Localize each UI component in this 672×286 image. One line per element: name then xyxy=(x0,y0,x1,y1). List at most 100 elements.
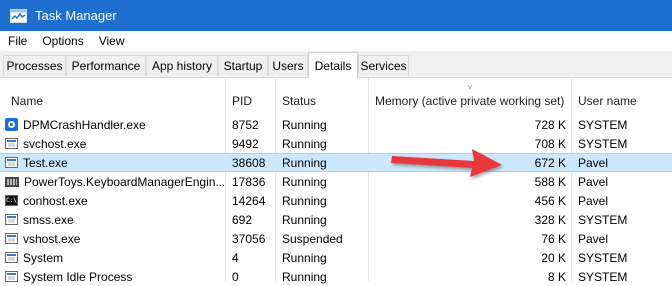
cell-text: Running xyxy=(282,174,327,189)
tab-services[interactable]: Services xyxy=(358,55,409,76)
cell-pid: 4 xyxy=(232,248,272,267)
column-header-status[interactable]: Status xyxy=(276,78,369,112)
menu-options[interactable]: Options xyxy=(34,34,90,48)
blue-circle-icon xyxy=(5,118,18,131)
cell-text: 4 xyxy=(232,250,239,265)
cell-user: Pavel xyxy=(578,172,670,191)
cell-text: SYSTEM xyxy=(578,250,628,265)
cell-status: Running xyxy=(282,115,367,134)
app-window-icon xyxy=(5,271,18,282)
cell-status: Suspended xyxy=(282,229,367,248)
cell-text: Suspended xyxy=(282,231,343,246)
task-manager-icon xyxy=(10,8,27,23)
cell-memory: 8 K xyxy=(370,267,566,286)
table-row[interactable]: smss.exe 692 Running 328 K SYSTEM xyxy=(0,210,672,229)
cell-text: DPMCrashHandler.exe xyxy=(23,117,146,132)
cell-text: 38608 xyxy=(232,155,266,170)
cell-text: Running xyxy=(282,250,327,265)
cell-user: SYSTEM xyxy=(578,267,670,286)
table-row[interactable]: vshost.exe 37056 Suspended 76 K Pavel xyxy=(0,229,672,248)
table-header: Name PID Status ˅ Memory (active private… xyxy=(0,78,672,112)
cell-text: vshost.exe xyxy=(23,231,81,246)
cell-user: SYSTEM xyxy=(578,115,670,134)
cell-pid: 14264 xyxy=(232,191,272,210)
cell-name: smss.exe xyxy=(5,210,224,229)
tab-users[interactable]: Users xyxy=(268,55,308,76)
column-header-name[interactable]: Name xyxy=(0,78,226,112)
cell-pid: 17836 xyxy=(232,172,272,191)
cell-text: 14264 xyxy=(232,193,266,208)
cell-text: SYSTEM xyxy=(578,136,628,151)
column-header-memory[interactable]: ˅ Memory (active private working set) xyxy=(369,78,572,112)
cell-text: 20 K xyxy=(541,250,566,265)
cell-pid: 37056 xyxy=(232,229,272,248)
cell-pid: 38608 xyxy=(232,153,272,172)
tab-performance[interactable]: Performance xyxy=(66,55,146,76)
tab-startup[interactable]: Startup xyxy=(218,55,268,76)
cell-name: svchost.exe xyxy=(5,134,224,153)
table-row[interactable]: Test.exe 38608 Running 672 K Pavel xyxy=(0,153,672,172)
cell-text: 692 xyxy=(232,212,253,227)
cell-text: Running xyxy=(282,155,327,170)
cell-text: Pavel xyxy=(578,193,609,208)
column-header-pid[interactable]: PID xyxy=(226,78,276,112)
cell-status: Running xyxy=(282,191,367,210)
tab-details[interactable]: Details xyxy=(308,52,358,78)
tab-strip: Processes Performance App history Startu… xyxy=(0,51,672,78)
annotation-arrow-icon xyxy=(391,149,502,177)
cell-name: DPMCrashHandler.exe xyxy=(5,115,224,134)
column-header-user[interactable]: User name xyxy=(572,78,672,112)
cell-name: System xyxy=(5,248,224,267)
cell-memory: 328 K xyxy=(370,210,566,229)
keyboard-icon xyxy=(5,176,19,187)
menu-bar: File Options View xyxy=(0,31,672,51)
cell-text: 37056 xyxy=(232,231,266,246)
cell-name: vshost.exe xyxy=(5,229,224,248)
cell-text: SYSTEM xyxy=(578,117,628,132)
table-row[interactable]: svchost.exe 9492 Running 708 K SYSTEM xyxy=(0,134,672,153)
cell-memory: 456 K xyxy=(370,191,566,210)
cell-user: Pavel xyxy=(578,153,670,172)
table-row[interactable]: System Idle Process 0 Running 8 K SYSTEM xyxy=(0,267,672,286)
cell-text: 76 K xyxy=(541,231,566,246)
menu-view[interactable]: View xyxy=(91,34,132,48)
cell-pid: 692 xyxy=(232,210,272,229)
cell-status: Running xyxy=(282,210,367,229)
cell-user: SYSTEM xyxy=(578,210,670,229)
tab-app-history[interactable]: App history xyxy=(146,55,218,76)
cell-text: conhost.exe xyxy=(23,193,88,208)
app-window-icon xyxy=(5,138,18,149)
cell-user: SYSTEM xyxy=(578,134,670,153)
cell-user: Pavel xyxy=(578,191,670,210)
app-window-icon xyxy=(5,157,18,168)
window-title: Task Manager xyxy=(35,8,117,23)
cell-text: Running xyxy=(282,269,327,284)
cell-name: PowerToys.KeyboardManagerEngin... xyxy=(5,172,224,191)
cell-pid: 9492 xyxy=(232,134,272,153)
table-row[interactable]: System 4 Running 20 K SYSTEM xyxy=(0,248,672,267)
app-window-icon xyxy=(5,214,18,225)
cell-status: Running xyxy=(282,134,367,153)
cell-name: Test.exe xyxy=(5,153,224,172)
cell-text: 708 K xyxy=(534,136,566,151)
cell-text: System Idle Process xyxy=(23,269,133,284)
cell-text: System xyxy=(23,250,64,265)
process-table: Name PID Status ˅ Memory (active private… xyxy=(0,78,672,284)
cell-user: SYSTEM xyxy=(578,248,670,267)
cell-text: Pavel xyxy=(578,231,609,246)
cell-text: 456 K xyxy=(534,193,566,208)
cell-text: Running xyxy=(282,117,327,132)
cell-text: 588 K xyxy=(534,174,566,189)
table-row[interactable]: C:\ conhost.exe 14264 Running 456 K Pavel xyxy=(0,191,672,210)
table-row[interactable]: PowerToys.KeyboardManagerEngin... 17836 Ru… xyxy=(0,172,672,191)
tab-processes[interactable]: Processes xyxy=(3,55,66,76)
cell-text: 8752 xyxy=(232,117,259,132)
cell-pid: 0 xyxy=(232,267,272,286)
cell-text: svchost.exe xyxy=(23,136,87,151)
cell-text: SYSTEM xyxy=(578,212,628,227)
table-row[interactable]: DPMCrashHandler.exe 8752 Running 728 K SYSTE… xyxy=(0,115,672,134)
menu-file[interactable]: File xyxy=(0,34,34,48)
cell-status: Running xyxy=(282,153,367,172)
cell-text: 728 K xyxy=(534,117,566,132)
cell-memory: 20 K xyxy=(370,248,566,267)
